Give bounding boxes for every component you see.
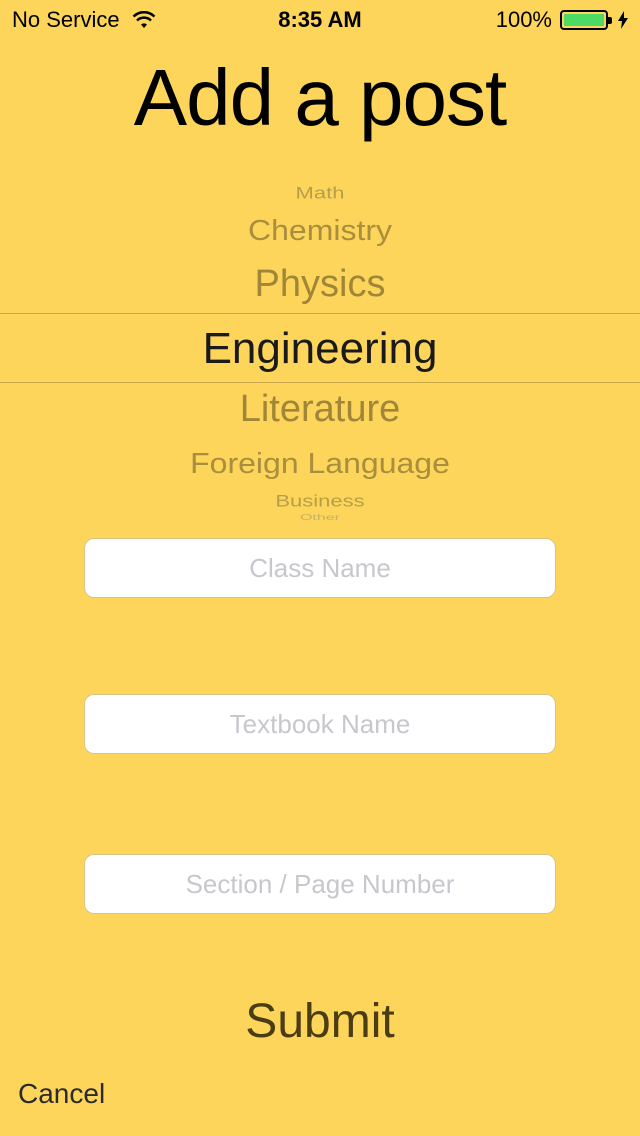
picker-item-selected[interactable]: Engineering — [0, 324, 640, 374]
picker-item[interactable]: Math — [0, 183, 640, 203]
picker-item[interactable]: Physics — [0, 263, 640, 306]
textbook-name-field[interactable]: Textbook Name — [84, 694, 556, 754]
picker-selection-top-line — [0, 313, 640, 314]
status-right: 100% — [496, 7, 628, 33]
charging-bolt-icon — [618, 11, 628, 29]
cancel-button[interactable]: Cancel — [18, 1078, 105, 1110]
picker-item[interactable]: Other — [0, 514, 640, 521]
subject-picker[interactable]: Math Chemistry Physics Engineering Liter… — [0, 170, 640, 530]
page-title: Add a post — [133, 53, 508, 142]
picker-item[interactable]: Chemistry — [0, 214, 640, 247]
section-page-number-field[interactable]: Section / Page Number — [84, 854, 556, 914]
picker-item[interactable]: Foreign Language — [0, 447, 640, 480]
class-name-field[interactable]: Class Name — [84, 538, 556, 598]
picker-selection-bottom-line — [0, 382, 640, 383]
submit-button[interactable]: Submit — [0, 994, 640, 1049]
battery-icon — [560, 10, 612, 30]
picker-item[interactable]: Business — [0, 491, 640, 511]
picker-item[interactable]: Literature — [0, 388, 640, 431]
battery-percent: 100% — [495, 7, 552, 32]
status-bar: No Service 8:35 AM 100% — [0, 0, 640, 40]
